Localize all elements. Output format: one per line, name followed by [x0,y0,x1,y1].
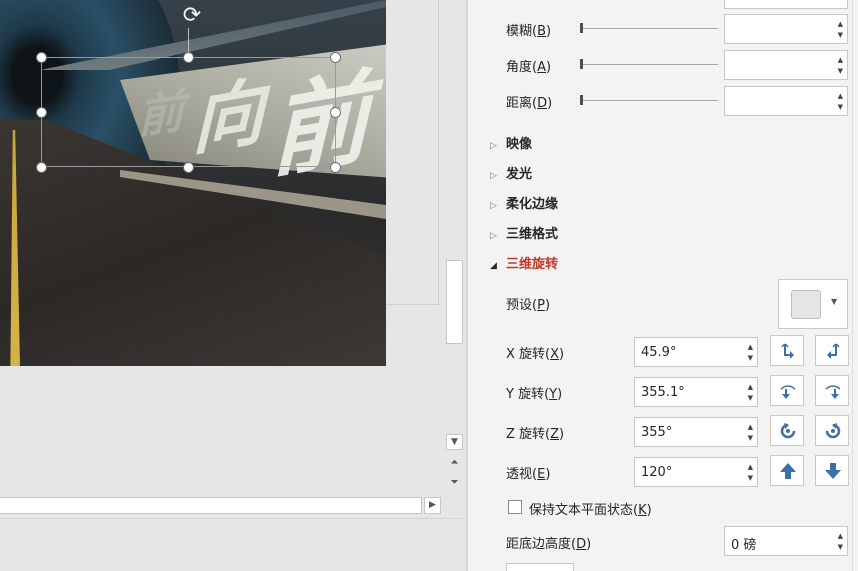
rotate-up-icon [780,385,796,399]
perspective-label: 透视(E) [506,467,551,482]
previous-slide-icon[interactable]: ⏶ [446,456,463,472]
angle-slider-track[interactable] [580,64,718,65]
scroll-right-icon[interactable]: ▶ [424,497,441,514]
rotate-clockwise-icon [825,423,841,439]
angle-input[interactable]: ▲ ▼ [724,50,848,80]
blur-slider-thumb[interactable] [580,23,583,33]
z-rotation-input[interactable]: 355° ▲ ▼ [634,417,758,447]
resize-handle-ne[interactable] [330,52,341,63]
section-glow[interactable]: ▷ 发光 [490,163,532,182]
text-box-selection[interactable] [41,57,336,167]
distance-from-ground-input[interactable]: 0 磅 ▲ ▼ [724,526,848,556]
horizontal-scroll-thumb[interactable] [0,497,422,514]
rotate-right-x-button[interactable] [815,335,849,366]
dropdown-arrow-icon: ▼ [831,297,838,306]
perspective-input[interactable]: 120° ▲ ▼ [634,457,758,487]
rotate-handle-icon[interactable]: ⟳ [178,4,206,28]
rotate-left-icon [781,343,794,359]
arrow-up-icon [780,463,796,479]
section-soft-edges[interactable]: ▷ 柔化边缘 [490,193,558,212]
resize-handle-w[interactable] [36,107,47,118]
distance-slider-thumb[interactable] [580,95,583,105]
scroll-down-icon[interactable]: ▼ [446,434,463,450]
rotate-down-icon [825,385,841,399]
resize-handle-n[interactable] [183,52,194,63]
distance-slider-track[interactable] [580,100,718,101]
rotate-counterclockwise-icon [780,423,796,439]
distance-input[interactable]: ▲ ▼ [724,86,848,116]
pane-scrollbar[interactable] [852,0,858,571]
chevron-right-icon: ▷ [490,141,497,151]
angle-slider-thumb[interactable] [580,59,583,69]
vertical-scroll-thumb[interactable] [446,260,463,344]
distance-label: 距离(D) [506,96,553,111]
y-rotation-label: Y 旋转(Y) [506,387,563,402]
z-rotation-label: Z 旋转(Z) [506,427,565,442]
blur-slider-track[interactable] [580,28,718,29]
resize-handle-sw[interactable] [36,162,47,173]
resize-handle-se[interactable] [330,162,341,173]
section-3d-rotation[interactable]: ◢ 三维旋转 [490,253,558,272]
chevron-down-icon: ◢ [490,261,497,271]
section-3d-format[interactable]: ▷ 三维格式 [490,223,558,242]
perspective-decrease-button[interactable] [815,455,849,486]
next-slide-icon[interactable]: ⏷ [446,476,463,492]
keep-text-flat-checkbox[interactable] [508,500,522,514]
chevron-right-icon: ▷ [490,171,497,181]
x-rotation-label: X 旋转(X) [506,347,565,362]
slide-editor: 前 向 前 ⟳ ▼ ⏶ ⏷ ▶ [0,0,466,571]
arrow-down-icon [825,463,841,479]
keep-text-flat-label[interactable]: 保持文本平面状态(K) [529,499,652,518]
rotate-counterclockwise-z-button[interactable] [770,415,804,446]
distance-from-ground-label: 距底边高度(D) [506,537,592,552]
slide-canvas-edge [386,0,439,305]
rotate-clockwise-z-button[interactable] [815,415,849,446]
preset-swatch [791,290,821,319]
blur-label: 模糊(B) [506,24,552,39]
resize-handle-s[interactable] [183,162,194,173]
rotate-down-y-button[interactable] [815,375,849,406]
y-rotation-input[interactable]: 355.1° ▲ ▼ [634,377,758,407]
resize-handle-e[interactable] [330,107,341,118]
chevron-right-icon: ▷ [490,201,497,211]
shadow-size-input-partial[interactable] [724,0,848,9]
perspective-increase-button[interactable] [770,455,804,486]
angle-label: 角度(A) [506,60,552,75]
reset-button-partial[interactable] [506,563,574,571]
resize-handle-nw[interactable] [36,52,47,63]
x-rotation-input[interactable]: 45.9° ▲ ▼ [634,337,758,367]
preset-label: 预设(P) [506,298,551,313]
rotate-left-x-button[interactable] [770,335,804,366]
section-reflection[interactable]: ▷ 映像 [490,133,532,152]
preset-dropdown[interactable]: ▼ [778,279,848,329]
rotate-up-y-button[interactable] [770,375,804,406]
divider [0,518,466,519]
chevron-right-icon: ▷ [490,231,497,241]
blur-input[interactable]: ▲ ▼ [724,14,848,44]
vertical-scrollbar[interactable] [444,0,464,495]
rotate-right-icon [827,343,840,359]
